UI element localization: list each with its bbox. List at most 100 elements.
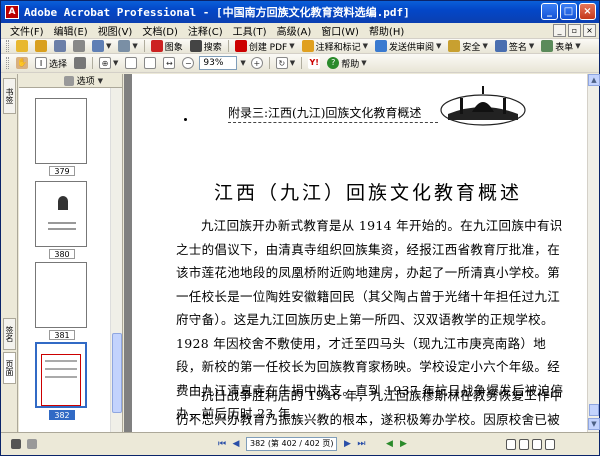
- hand-tool-button[interactable]: ✋: [14, 56, 30, 70]
- chevron-down-icon: ▼: [436, 42, 442, 50]
- next-page-button[interactable]: ▶: [340, 437, 354, 451]
- menu-tools[interactable]: 工具(T): [228, 23, 272, 38]
- zoom-tool-button[interactable]: ⊕ ▼: [97, 56, 120, 70]
- page-number-field[interactable]: 382 (第 402 / 402 页): [246, 437, 338, 451]
- minimize-button[interactable]: _: [541, 3, 558, 20]
- thumbnail-381[interactable]: [35, 262, 87, 328]
- document-scroll-thumb[interactable]: [589, 404, 599, 416]
- zoom-dropdown-icon[interactable]: ▼: [240, 59, 245, 67]
- forms-button[interactable]: 表单 ▼: [539, 39, 582, 53]
- fit-page-button[interactable]: [142, 56, 158, 70]
- doc-minimize-button[interactable]: _: [553, 24, 566, 37]
- previous-page-button[interactable]: ◀: [229, 437, 243, 451]
- tab-signatures[interactable]: 签名: [3, 318, 16, 350]
- menu-help[interactable]: 帮助(H): [364, 23, 409, 38]
- menu-edit[interactable]: 编辑(E): [49, 23, 93, 38]
- trash-icon[interactable]: [63, 75, 74, 86]
- select-label: 选择: [49, 59, 68, 70]
- toolbar-grip[interactable]: [6, 57, 9, 69]
- document-scrollbar[interactable]: ▲ ▼: [587, 74, 600, 432]
- chevron-down-icon[interactable]: ▼: [98, 77, 103, 85]
- yahoo-button[interactable]: Y!: [306, 56, 322, 70]
- search-label: 搜索: [203, 42, 222, 53]
- binoculars-icon: [189, 40, 202, 52]
- thumbnail-text-line: [48, 222, 76, 224]
- menu-advanced[interactable]: 高级(A): [272, 23, 317, 38]
- close-button[interactable]: ×: [579, 3, 596, 20]
- print-button[interactable]: [71, 39, 87, 53]
- envelope-icon: [92, 40, 104, 52]
- paperclip-icon: [118, 40, 131, 52]
- menu-window[interactable]: 窗口(W): [316, 23, 364, 38]
- toolbar-grip[interactable]: [6, 40, 9, 52]
- menu-view[interactable]: 视图(V): [93, 23, 138, 38]
- document-window-controls: _ ▫ ×: [553, 24, 596, 37]
- select-tool-button[interactable]: I 选择: [33, 56, 69, 70]
- thumbnail-380[interactable]: [35, 181, 87, 247]
- tab-bookmarks[interactable]: 书签: [3, 78, 16, 114]
- send-review-button[interactable]: 发送供审阅 ▼: [373, 39, 443, 53]
- maximize-button[interactable]: □: [560, 3, 577, 20]
- zoom-out-button[interactable]: −: [180, 56, 196, 70]
- next-view-button[interactable]: ▶: [396, 437, 410, 451]
- zoom-level-field[interactable]: 93%: [199, 56, 238, 70]
- first-page-button[interactable]: ⏮: [215, 437, 229, 451]
- create-pdf-button[interactable]: 创建 PDF ▼: [233, 39, 297, 53]
- thumbnail-382[interactable]: [35, 342, 87, 408]
- tab-pages[interactable]: 页面: [3, 352, 16, 384]
- search-button[interactable]: 搜索: [188, 39, 224, 53]
- sign-label: 签名: [508, 42, 527, 53]
- folder-icon: [16, 40, 28, 52]
- separator: [268, 57, 270, 69]
- pages-panel: 选项 ▼ 379 380 381 382: [19, 74, 123, 432]
- new-document-icon: [35, 40, 47, 52]
- single-page-icon[interactable]: [506, 438, 517, 450]
- document-view[interactable]: 附录三:江西(九江)回族文化教育概述 江西（九江）回族文化教育概述 九江回族开办…: [124, 74, 587, 432]
- save-button[interactable]: [52, 39, 68, 53]
- panel-scrollbar[interactable]: [110, 88, 122, 432]
- previous-view-button[interactable]: ◀: [382, 437, 396, 451]
- fit-width-button[interactable]: ↔: [161, 56, 177, 70]
- image-button[interactable]: 图象: [149, 39, 185, 53]
- scroll-up-button[interactable]: ▲: [588, 74, 600, 86]
- thumbnail-379[interactable]: [35, 98, 87, 164]
- snapshot-button[interactable]: [72, 56, 88, 70]
- status-bar: ⏮ ◀ 382 (第 402 / 402 页) ▶ ⏭ ◀ ▶: [1, 432, 599, 455]
- page-layout-icon[interactable]: [11, 439, 21, 449]
- last-page-button[interactable]: ⏭: [354, 437, 368, 451]
- secure-label: 安全: [462, 42, 481, 53]
- thumbnail-text-line: [48, 228, 76, 230]
- create-button[interactable]: [33, 39, 49, 53]
- facing-icon[interactable]: [532, 438, 543, 450]
- help-button[interactable]: ? 帮助 ▼: [325, 56, 368, 70]
- separator: [227, 40, 229, 52]
- help-icon: ?: [327, 57, 340, 69]
- options-icon[interactable]: [27, 439, 37, 449]
- rotate-button[interactable]: ↻ ▼: [274, 56, 297, 70]
- doc-restore-button[interactable]: ▫: [568, 24, 581, 37]
- email-button[interactable]: ▼: [90, 39, 113, 53]
- menu-file[interactable]: 文件(F): [5, 23, 49, 38]
- scroll-down-button[interactable]: ▼: [588, 418, 600, 430]
- pen-icon: [494, 40, 507, 52]
- zoom-in-button[interactable]: +: [249, 56, 265, 70]
- thumbnail-label-382: 382: [49, 410, 75, 420]
- menu-document[interactable]: 文档(D): [137, 23, 183, 38]
- acrobat-icon: A: [5, 5, 19, 19]
- doc-close-button[interactable]: ×: [583, 24, 596, 37]
- continuous-facing-icon[interactable]: [545, 438, 556, 450]
- menu-comments[interactable]: 注释(C): [183, 23, 228, 38]
- chevron-down-icon: ▼: [361, 59, 367, 67]
- sign-button[interactable]: 签名 ▼: [493, 39, 536, 53]
- body-paragraph-2: 抗日战争胜利后的 1946 年，九江回族穆斯林在教务恢复工作中仍不忘兴办教育乃振…: [176, 388, 563, 427]
- panel-scroll-thumb[interactable]: [112, 333, 122, 413]
- continuous-icon[interactable]: [519, 438, 530, 450]
- attach-button[interactable]: ▼: [116, 39, 139, 53]
- actual-size-button[interactable]: [123, 56, 139, 70]
- title-bar[interactable]: A Adobe Acrobat Professional - [中国南方回族文化…: [1, 1, 599, 23]
- secure-button[interactable]: 安全 ▼: [446, 39, 489, 53]
- options-button[interactable]: 选项: [77, 74, 95, 87]
- open-button[interactable]: [14, 39, 30, 53]
- comment-markup-button[interactable]: 注释和标记 ▼: [300, 39, 370, 53]
- thumbnail-label-379: 379: [49, 166, 75, 176]
